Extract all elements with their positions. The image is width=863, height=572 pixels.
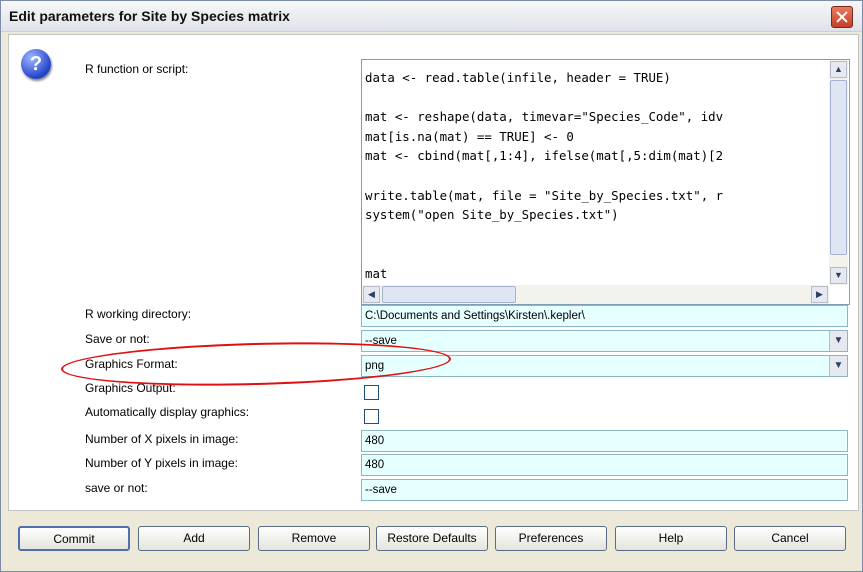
window-title: Edit parameters for Site by Species matr… (9, 8, 290, 24)
cancel-button[interactable]: Cancel (734, 526, 846, 551)
script-line: write.table(mat, file = "Site_by_Species… (365, 187, 724, 203)
save2-label: save or not: (85, 481, 148, 495)
add-button[interactable]: Add (138, 526, 250, 551)
chevron-down-icon[interactable]: ▼ (829, 356, 847, 376)
script-line: mat (365, 265, 388, 278)
script-line (365, 88, 827, 108)
script-line (365, 244, 827, 264)
r-script-textarea[interactable]: data <- read.table(infile, header = TRUE… (361, 59, 850, 305)
scroll-left-icon[interactable]: ◀ (363, 286, 380, 303)
vertical-scroll-thumb[interactable] (830, 80, 847, 255)
save2-field[interactable]: --save (361, 479, 848, 501)
graphics-output-checkbox[interactable] (364, 385, 379, 400)
auto-display-label: Automatically display graphics: (85, 405, 250, 419)
scroll-right-icon[interactable]: ▶ (811, 286, 828, 303)
close-icon[interactable] (831, 6, 853, 28)
y-pixels-label: Number of Y pixels in image: (85, 456, 238, 470)
restore-defaults-button[interactable]: Restore Defaults (376, 526, 488, 551)
title-bar[interactable]: Edit parameters for Site by Species matr… (1, 1, 862, 32)
help-button[interactable]: Help (615, 526, 727, 551)
horizontal-scrollbar[interactable]: ◀ ▶ (362, 285, 829, 304)
horizontal-scroll-thumb[interactable] (382, 286, 516, 303)
x-pixels-label: Number of X pixels in image: (85, 432, 239, 446)
script-line: mat <- cbind(mat[,1:4], ifelse(mat[,5:di… (365, 148, 724, 164)
question-icon: ? (21, 49, 51, 79)
parameters-panel: ? R function or script: data <- read.tab… (8, 34, 859, 511)
script-line (365, 166, 827, 186)
script-line: data <- read.table(infile, header = TRUE… (365, 70, 671, 85)
scroll-up-icon[interactable]: ▲ (830, 61, 847, 78)
dialog-window: Edit parameters for Site by Species matr… (0, 0, 863, 572)
save-select[interactable]: --save ▼ (361, 330, 848, 352)
script-line: system("open Site_by_Species.txt") (365, 207, 619, 223)
auto-display-checkbox[interactable] (364, 409, 379, 424)
vertical-scrollbar[interactable]: ▲ ▼ (829, 60, 848, 285)
remove-button[interactable]: Remove (258, 526, 370, 551)
working-dir-field[interactable]: C:\Documents and Settings\Kirsten\.keple… (361, 305, 848, 327)
script-line: mat <- reshape(data, timevar="Species_Co… (365, 109, 724, 125)
preferences-button[interactable]: Preferences (495, 526, 607, 551)
chevron-down-icon[interactable]: ▼ (829, 331, 847, 351)
r-script-text[interactable]: data <- read.table(infile, header = TRUE… (365, 68, 827, 278)
x-pixels-field[interactable]: 480 (361, 430, 848, 452)
working-dir-label: R working directory: (85, 307, 192, 321)
scroll-down-icon[interactable]: ▼ (830, 267, 847, 284)
r-function-label: R function or script: (85, 62, 189, 76)
script-line (365, 225, 827, 245)
script-line: mat[is.na(mat) == TRUE] <- 0 (365, 128, 574, 144)
y-pixels-field[interactable]: 480 (361, 454, 848, 476)
commit-button[interactable]: Commit (18, 526, 130, 551)
save-label: Save or not: (85, 332, 150, 346)
